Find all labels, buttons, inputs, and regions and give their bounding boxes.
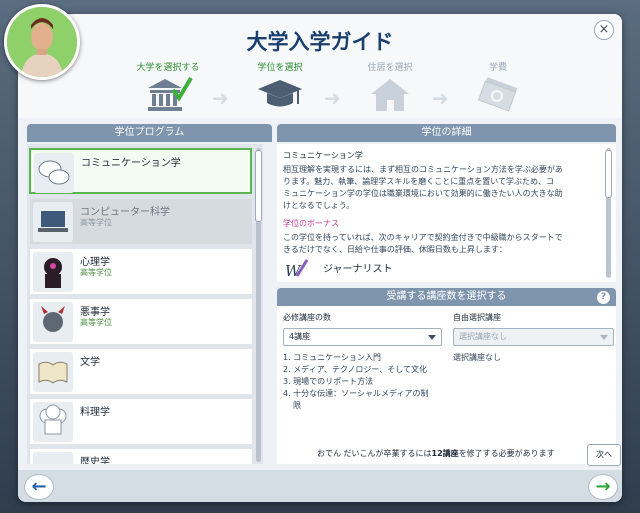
step-select-housing: 住居を選択 [350, 60, 430, 114]
degree-sub: 高等学位 [80, 218, 112, 227]
degree-name: 歴史学 [80, 457, 110, 464]
history-icon [33, 452, 73, 464]
step-arrow-icon: ➜ [432, 86, 449, 110]
degree-list-scroll-thumb[interactable] [255, 150, 262, 222]
step-label: 大学を選択する [136, 63, 200, 73]
step-arrow-icon: ➜ [324, 86, 341, 110]
dialog-footer: ← → [18, 470, 622, 502]
requirement-count: 12講座 [431, 449, 459, 458]
degree-programs-heading: 学位プログラム [27, 124, 272, 142]
required-course-2: 2. メディア、テクノロジー、そして文化 [283, 365, 428, 374]
step-select-university: 大学を選択する [128, 60, 208, 114]
details-bonus-heading: 学位のボーナス [283, 219, 339, 228]
degree-program-list: コミュニケーション学 コンピューター科学 高等学位 心理学 高等学位 悪事学 高… [27, 144, 263, 464]
money-icon [473, 74, 523, 114]
required-course-4-cont: 限 [293, 401, 301, 410]
details-description-line-4: けとなるでしょう。 [283, 201, 355, 210]
degree-name: 悪事学 [80, 307, 110, 318]
degree-name: コンピューター科学 [80, 207, 170, 218]
dialog-header: 大学入学ガイド × 大学を選択する ➜ 学位を選択 ➜ 住居を選択 ➜ 学費 [18, 14, 622, 118]
graduation-cap-icon [255, 74, 305, 114]
help-button[interactable]: ? [597, 291, 610, 304]
university-guide-dialog: 大学入学ガイド × 大学を選択する ➜ 学位を選択 ➜ 住居を選択 ➜ 学費 学… [18, 14, 622, 502]
step-label: 学位を選択 [257, 63, 303, 73]
course-select-heading-text: 受講する講座数を選択する [386, 291, 507, 302]
degree-name: 文学 [80, 357, 100, 368]
back-arrow-button[interactable]: ← [24, 474, 54, 500]
details-career-name: ジャーナリスト [323, 264, 393, 275]
avatar[interactable] [4, 4, 80, 80]
next-tooltip: 次へ [587, 444, 621, 466]
devil-icon [33, 302, 73, 342]
required-courses-dropdown[interactable]: 4講座 [283, 328, 442, 346]
step-label: 学費 [488, 63, 507, 73]
degree-item-culinary[interactable]: 料理学 [29, 398, 253, 445]
degree-details-panel: コミュニケーション学 相互理解を実現するには、まず相互のコミュニケーション方法を… [277, 144, 616, 282]
university-building-icon [143, 74, 193, 114]
requirement-prefix: おでん だいこんが卒業するには [317, 449, 432, 458]
details-scroll-thumb[interactable] [605, 150, 612, 198]
elective-course-text: 選択講座なし [453, 353, 501, 362]
speech-bubbles-icon [34, 153, 74, 193]
chevron-down-icon [428, 335, 436, 340]
required-courses-value: 4講座 [289, 332, 311, 341]
details-description-line-2: ります。魅力、執筆、論理学スキルを磨くことに重点を置いて学ぶため、コ [283, 177, 554, 186]
book-icon [33, 352, 73, 392]
step-arrow-icon: ➜ [212, 86, 229, 110]
next-arrow-button[interactable]: → [588, 474, 618, 500]
laptop-icon [33, 202, 73, 242]
degree-item-computer-science[interactable]: コンピューター科学 高等学位 [29, 198, 253, 245]
elective-courses-dropdown[interactable]: 選択講座なし [453, 328, 614, 346]
degree-details-heading: 学位の詳細 [277, 124, 616, 142]
degree-sub: 高等学位 [80, 268, 112, 277]
degree-item-history[interactable]: 歴史学 [29, 448, 253, 464]
journalist-pen-icon: W [285, 258, 309, 280]
step-label: 住居を選択 [367, 63, 413, 73]
requirement-suffix: を修了する必要があります [458, 449, 555, 458]
required-courses-label: 必修講座の数 [283, 313, 331, 322]
degree-name: 心理学 [80, 257, 110, 268]
degree-item-communication[interactable]: コミュニケーション学 [29, 148, 252, 194]
degree-name: コミュニケーション学 [81, 158, 181, 169]
chevron-down-icon [600, 335, 608, 340]
house-icon [365, 74, 415, 114]
step-tuition: 学費 [458, 60, 538, 114]
dialog-title: 大学入学ガイド [246, 30, 394, 54]
elective-courses-value: 選択講座なし [459, 332, 507, 341]
details-description-line-3: ミュニケーション学の学位は職業環境において効果的に働きたい人の大きな助 [283, 189, 563, 198]
details-bonus-line-2: きるだけでなく、日給や仕事の評価、休暇日数も上昇します： [283, 245, 507, 254]
close-button[interactable]: × [594, 20, 614, 40]
elective-courses-label: 自由選択講座 [453, 313, 501, 322]
step-select-degree: 学位を選択 [240, 60, 320, 114]
required-course-1: 1. コミュニケーション入門 [283, 353, 382, 362]
degree-sub: 高等学位 [80, 318, 112, 327]
degree-name: 料理学 [80, 407, 110, 418]
required-course-4: 4. 十分な伝達：ソーシャルメディアの制 [283, 389, 429, 398]
course-select-heading: 受講する講座数を選択する ? [277, 288, 616, 306]
course-select-panel: 必修講座の数 4講座 自由選択講座 選択講座なし 1. コミュニケーション入門 … [277, 306, 616, 464]
step-progress: 大学を選択する ➜ 学位を選択 ➜ 住居を選択 ➜ 学費 [128, 60, 548, 120]
head-silhouette-icon [33, 252, 73, 292]
required-course-3: 3. 現場でのリポート方法 [283, 377, 374, 386]
details-bonus-line-1: この学位を持っていれば、次のキャリアで契約金付きで中級職からスタートで [283, 233, 563, 242]
chef-hat-icon [33, 402, 73, 442]
degree-item-psychology[interactable]: 心理学 高等学位 [29, 248, 253, 295]
graduation-requirement-text: おでん だいこんが卒業するには12講座を修了する必要があります [317, 448, 555, 460]
details-description-line-1: 相互理解を実現するには、まず相互のコミュニケーション方法を学ぶ必要があ [283, 165, 563, 174]
details-degree-name: コミュニケーション学 [283, 151, 363, 160]
degree-item-villainy[interactable]: 悪事学 高等学位 [29, 298, 253, 345]
degree-item-literature[interactable]: 文学 [29, 348, 253, 395]
